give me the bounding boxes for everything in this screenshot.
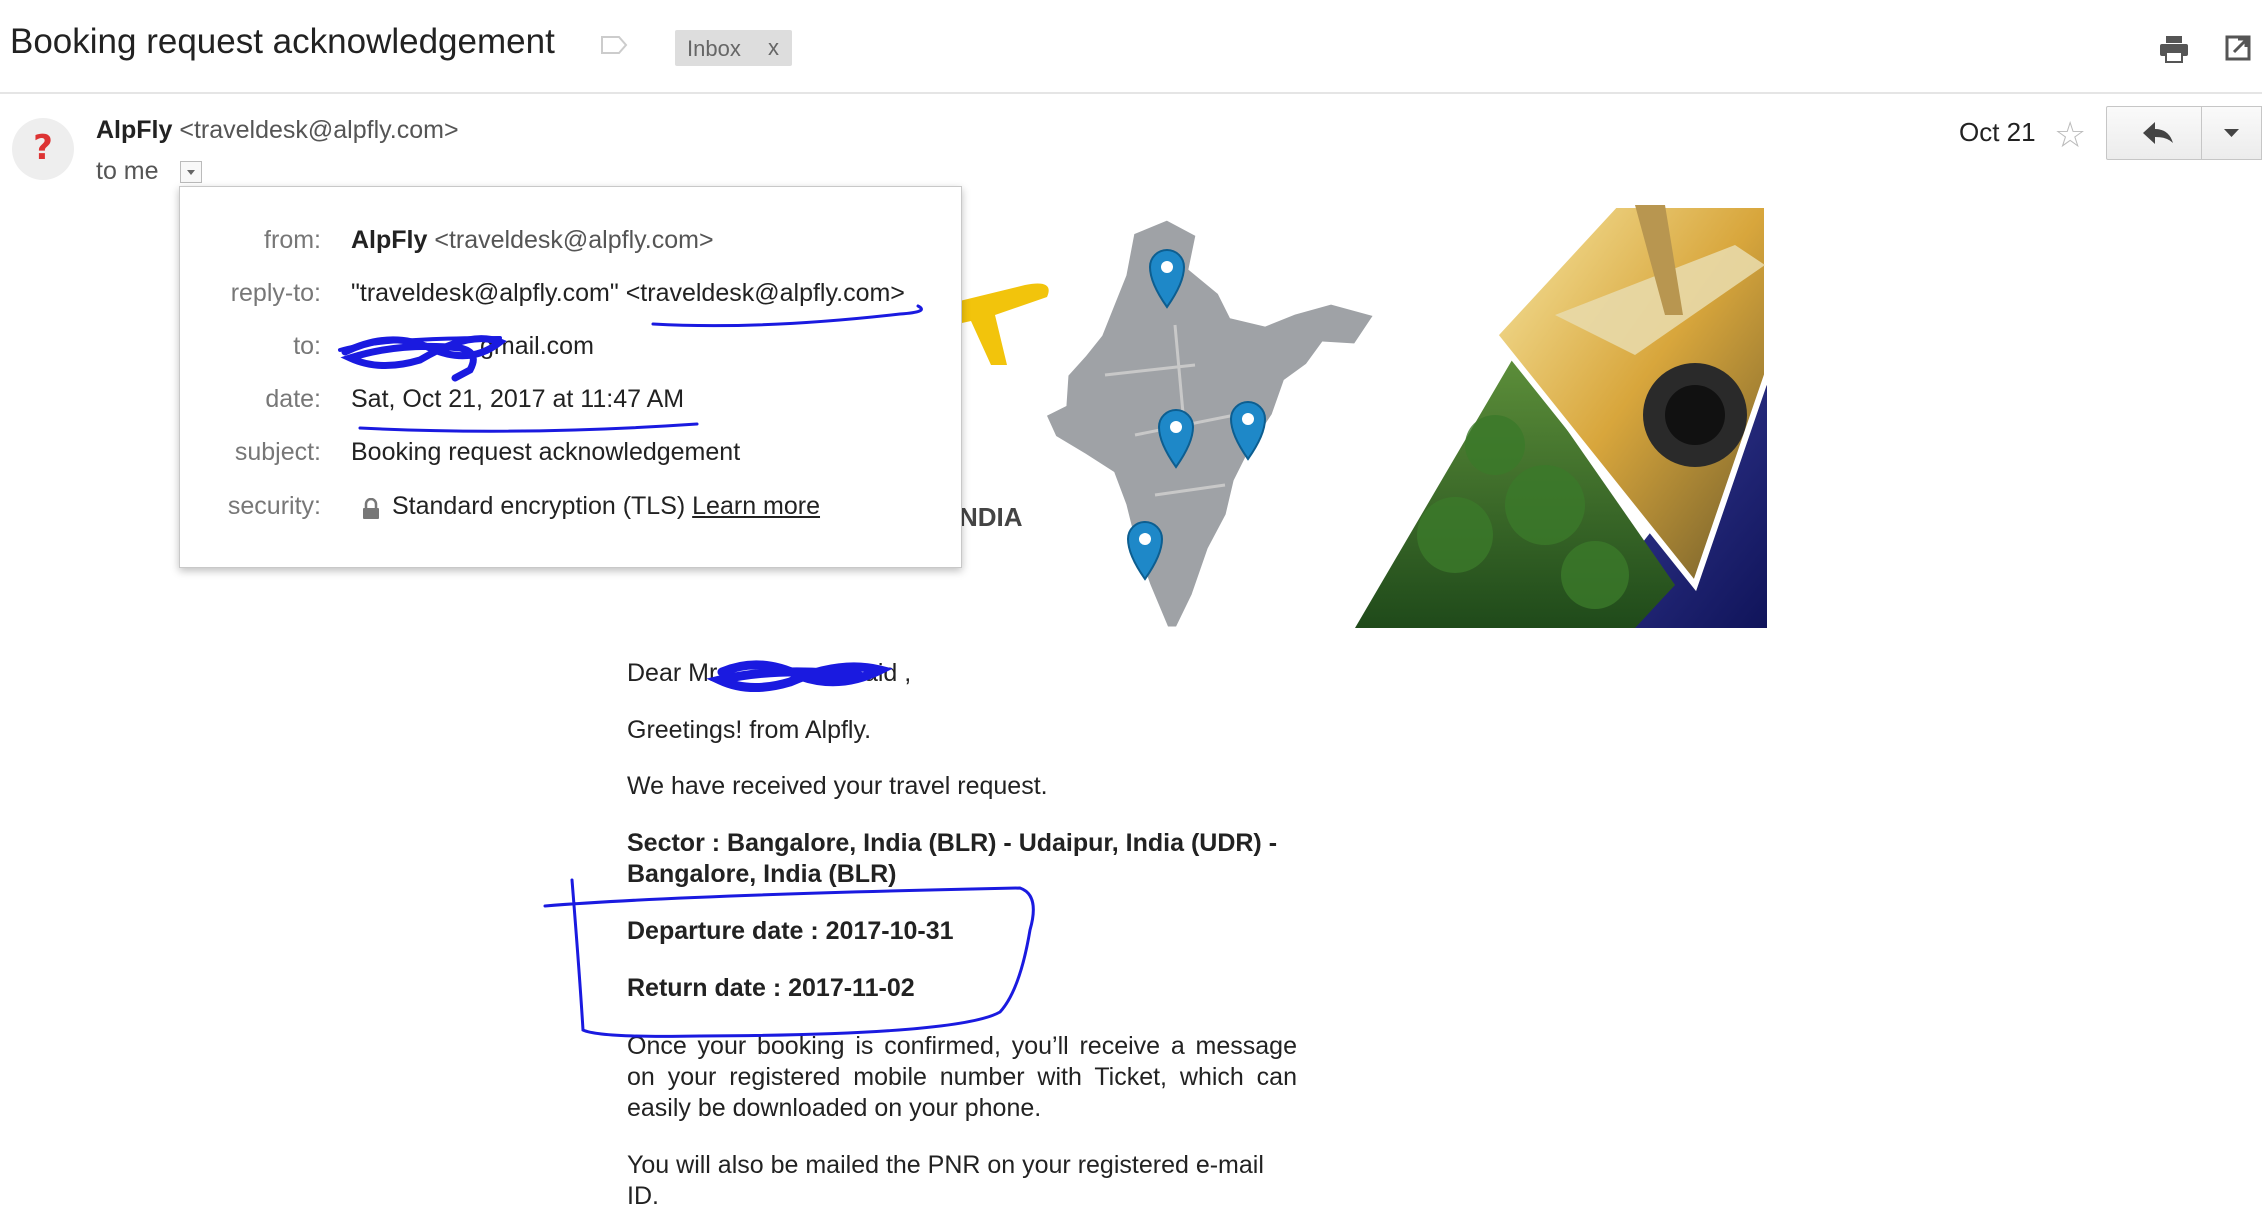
inbox-label-text: Inbox <box>687 36 741 61</box>
date-label: date: <box>265 385 321 413</box>
banner-caption-text: NDIA <box>959 502 1023 532</box>
subject-value: Booking request acknowledgement <box>351 438 741 466</box>
subject-label: subject: <box>234 438 321 466</box>
from-name: AlpFly <box>351 226 428 254</box>
sender-line: AlpFly <traveldesk@alpfly.com> <box>96 116 459 145</box>
security-label: security: <box>227 492 321 520</box>
confirmation-note: Once your booking is confirmed, you’ll r… <box>627 1032 1297 1122</box>
greeting-prefix: Dear Mr <box>627 659 718 687</box>
chevron-down-icon <box>187 170 195 175</box>
travel-banner-image: NDIA <box>935 205 1767 628</box>
print-icon[interactable] <box>2158 34 2190 64</box>
header-divider <box>0 92 2262 94</box>
sector-line: Sector : Bangalore, India (BLR) - Udaipu… <box>627 829 1278 888</box>
greetings-line: Greetings! from Alpfly. <box>627 716 872 744</box>
more-actions-button[interactable] <box>2201 106 2262 160</box>
pnr-note: You will also be mailed the PNR on your … <box>627 1151 1264 1210</box>
recipient-summary: to me <box>96 157 159 185</box>
dates-circle-annotation <box>543 878 1035 1038</box>
greeting-suffix: Baid , <box>847 659 912 687</box>
message-details-popup: from: AlpFly <traveldesk@alpfly.com> rep… <box>179 186 962 568</box>
show-details-button[interactable] <box>180 161 202 183</box>
received-line: We have received your travel request. <box>627 772 1048 800</box>
from-email: <traveldesk@alpfly.com> <box>434 226 714 254</box>
label-tag-icon[interactable] <box>600 35 628 55</box>
popout-icon[interactable] <box>2225 33 2251 61</box>
sender-email: <traveldesk@alpfly.com> <box>179 116 459 144</box>
india-map-shape <box>1043 217 1378 628</box>
greeting-line: Dear Mr Baid , <box>627 658 1297 689</box>
star-icon[interactable]: ☆ <box>2054 114 2086 156</box>
reply-to-label: reply-to: <box>230 279 321 307</box>
learn-more-link[interactable]: Learn more <box>692 492 820 520</box>
lock-icon <box>363 498 379 519</box>
return-date-line: Return date : 2017-11-02 <box>627 974 915 1002</box>
email-subject-title: Booking request acknowledgement <box>10 22 555 61</box>
chevron-down-icon <box>2224 129 2239 137</box>
to-value: gmail.com <box>480 332 594 360</box>
from-label: from: <box>264 226 321 254</box>
from-value: AlpFly <traveldesk@alpfly.com> <box>351 226 714 255</box>
inbox-label-chip[interactable]: Inbox x <box>675 30 792 66</box>
avatar: ? <box>12 118 74 180</box>
reply-arrow-icon <box>2143 122 2173 144</box>
security-text: Standard encryption (TLS) <box>392 492 686 520</box>
remove-label-button[interactable]: x <box>768 35 779 61</box>
to-label: to: <box>293 332 321 360</box>
avatar-glyph: ? <box>33 128 53 168</box>
date-value: Sat, Oct 21, 2017 at 11:47 AM <box>351 385 685 413</box>
security-value: Standard encryption (TLS) Learn more <box>392 492 820 521</box>
reply-button[interactable] <box>2106 106 2202 160</box>
departure-date-line: Departure date : 2017-10-31 <box>627 917 954 945</box>
reply-to-value: "traveldesk@alpfly.com" <traveldesk@alpf… <box>351 279 905 307</box>
message-date: Oct 21 <box>1959 117 2036 147</box>
sender-name[interactable]: AlpFly <box>96 116 172 144</box>
